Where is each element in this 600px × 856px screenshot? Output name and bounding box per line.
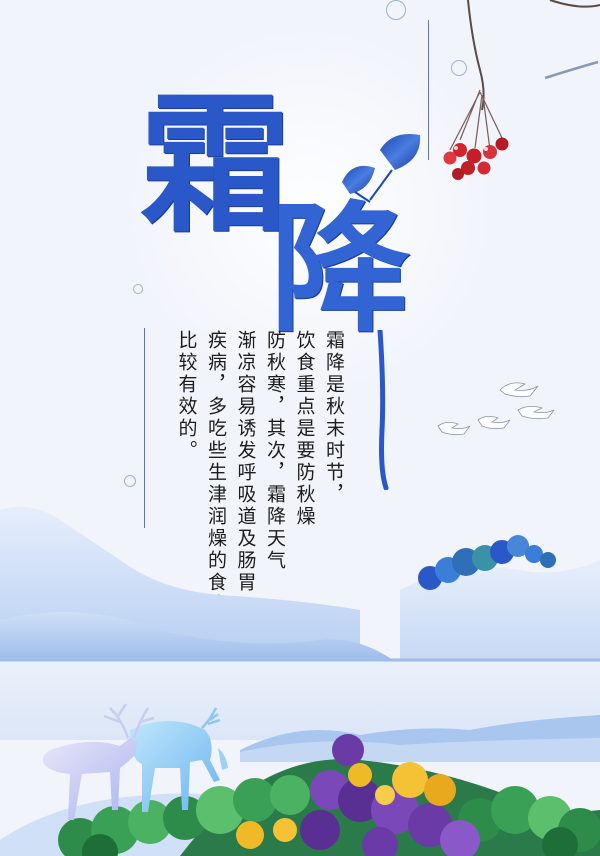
crane-icon (437, 382, 555, 436)
poster: 霜 降 霜降是秋末时节， 饮食重点是要防秋燥 防秋寒，其次，霜降天气 渐凉容易诱… (0, 0, 600, 856)
decor-ring (386, 0, 406, 20)
title-char-frost: 霜 (140, 77, 291, 253)
deer-icon (42, 703, 228, 820)
title-char-descent: 降 (270, 188, 411, 352)
brush-stroke (377, 330, 389, 490)
